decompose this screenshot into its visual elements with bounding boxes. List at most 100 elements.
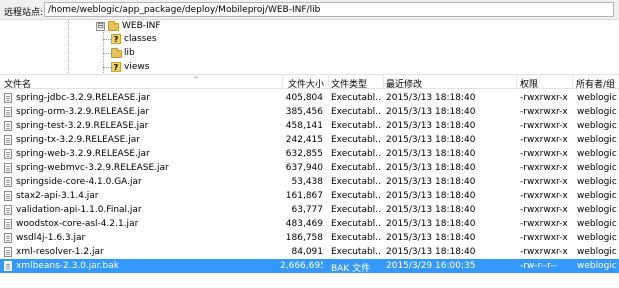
file-name: spring-web-3.2.9.RELEASE.jar [16,149,150,159]
file-owner: weblogic ... [577,149,619,159]
column-header-name[interactable]: 文件名 [4,77,31,90]
file-size: 53,438 [291,177,324,187]
file-row[interactable]: xml-resolver-1.2.jar 84,091 Executabl...… [0,245,619,259]
file-modified: 2015/3/13 18:18:40 [386,121,476,131]
column-divider[interactable] [572,75,573,89]
file-size: 637,940 [285,163,323,173]
file-name: spring-test-3.2.9.RELEASE.jar [16,121,149,131]
file-permissions: -rwxrwxr-x [520,121,568,131]
file-modified: 2015/3/13 18:18:40 [386,177,476,187]
folder-icon [108,21,119,31]
column-header-permissions[interactable]: 权限 [520,77,538,90]
file-size: 483,469 [285,219,323,229]
column-divider[interactable] [383,75,384,89]
file-modified: 2015/3/13 18:18:40 [386,233,476,243]
file-icon [4,107,12,117]
file-permissions: -rwxrwxr-x [520,247,568,257]
file-row[interactable]: woodstox-core-asl-4.2.1.jar 483,469 Exec… [0,217,619,231]
file-row[interactable]: spring-orm-3.2.9.RELEASE.jar 385,456 Exe… [0,105,619,119]
file-size: 385,456 [285,107,323,117]
file-name: stax2-api-3.1.4.jar [16,191,99,201]
tree-node-label: WEB-INF [122,21,161,31]
remote-site-path-input[interactable]: /home/weblogic/app_package/deploy/Mobile… [44,2,614,17]
sort-ascending-icon: ^ [193,76,199,84]
file-row[interactable]: springside-core-4.1.0.GA.jar 53,438 Exec… [0,175,619,189]
directory-tree: ⊟ WEB-INF ? classes lib ? views [0,20,619,73]
file-row[interactable]: spring-webmvc-3.2.9.RELEASE.jar 637,940 … [0,161,619,175]
file-name: xml-resolver-1.2.jar [16,247,104,257]
file-type: Executabl... [331,149,380,159]
file-modified: 2015/3/13 18:18:40 [386,107,476,117]
file-name: wsdl4j-1.6.3.jar [16,233,86,243]
folder-icon [111,48,122,58]
tree-node-label: lib [124,48,135,58]
file-permissions: -rwxrwxr-x [520,205,568,215]
file-permissions: -rwxrwxr-x [520,107,568,117]
file-size: 242,415 [285,135,323,145]
file-modified: 2015/3/13 18:18:40 [386,163,476,173]
file-type: Executabl... [331,121,380,131]
file-type: Executabl... [331,205,380,215]
file-permissions: -rwxrwxr-x [520,219,568,229]
tree-node-label: classes [124,34,157,44]
file-size: 405,804 [285,93,323,103]
file-icon [4,219,12,229]
file-row[interactable]: spring-test-3.2.9.RELEASE.jar 458,141 Ex… [0,119,619,133]
column-divider[interactable] [328,75,329,89]
file-type: Executabl... [331,191,380,201]
file-row[interactable]: spring-tx-3.2.9.RELEASE.jar 242,415 Exec… [0,133,619,147]
remote-site-bar: 远程站点: /home/weblogic/app_package/deploy/… [0,0,619,20]
file-modified: 2015/3/13 18:18:40 [386,247,476,257]
file-icon [4,93,12,103]
file-name: spring-webmvc-3.2.9.RELEASE.jar [16,163,169,173]
column-header-modified[interactable]: 最近修改 [386,77,422,90]
file-type: Executabl... [331,163,380,173]
file-owner: weblogic ... [577,135,619,145]
collapse-icon[interactable]: ⊟ [96,22,105,31]
tree-guide-line [103,39,111,40]
remote-site-label: 远程站点: [4,8,44,18]
file-owner: weblogic ... [577,191,619,201]
file-permissions: -rw-r--r-- [520,261,557,271]
column-divider[interactable] [282,75,283,89]
column-header-owner[interactable]: 所有者/组 [576,77,615,90]
file-icon [4,247,12,257]
question-folder-icon: ? [111,34,121,44]
file-icon [4,135,12,145]
file-icon [4,121,12,131]
file-row[interactable]: wsdl4j-1.6.3.jar 186,758 Executabl... 20… [0,231,619,245]
file-modified: 2015/3/13 18:18:40 [386,205,476,215]
file-modified: 2015/3/29 16:00:35 [386,261,476,271]
file-icon [4,191,12,201]
file-size: 161,867 [285,191,323,201]
file-row[interactable]: spring-jdbc-3.2.9.RELEASE.jar 405,804 Ex… [0,91,619,105]
file-icon [4,233,12,243]
file-name: woodstox-core-asl-4.2.1.jar [16,219,139,229]
file-owner: weblogic ... [577,177,619,187]
file-permissions: -rwxrwxr-x [520,135,568,145]
file-row[interactable]: validation-api-1.1.0.Final.jar 63,777 Ex… [0,203,619,217]
file-icon [4,149,12,159]
column-header-type[interactable]: 文件类型 [331,77,367,90]
column-header-size[interactable]: 文件大小 [288,77,324,90]
file-owner: weblogic ... [577,107,619,117]
file-size: 186,758 [285,233,323,243]
file-permissions: -rwxrwxr-x [520,163,568,173]
file-permissions: -rwxrwxr-x [520,149,568,159]
file-permissions: -rwxrwxr-x [520,191,568,201]
file-row[interactable]: spring-web-3.2.9.RELEASE.jar 632,855 Exe… [0,147,619,161]
file-type: Executabl... [331,233,380,243]
file-row-selected[interactable]: xmlbeans-2.3.0.jar.bak 2,666,695 BAK 文件 … [0,259,619,274]
file-modified: 2015/3/13 18:18:40 [386,219,476,229]
file-size: 2,666,695 [280,261,323,271]
file-modified: 2015/3/13 18:18:40 [386,191,476,201]
file-size: 63,777 [291,205,324,215]
file-size: 632,855 [285,149,323,159]
file-row[interactable]: stax2-api-3.1.4.jar 161,867 Executabl...… [0,189,619,203]
file-permissions: -rwxrwxr-x [520,233,568,243]
column-divider[interactable] [516,75,517,89]
file-name: xmlbeans-2.3.0.jar.bak [16,261,119,271]
file-icon [4,177,12,187]
file-type: Executabl... [331,219,380,229]
file-name: spring-tx-3.2.9.RELEASE.jar [16,135,140,145]
